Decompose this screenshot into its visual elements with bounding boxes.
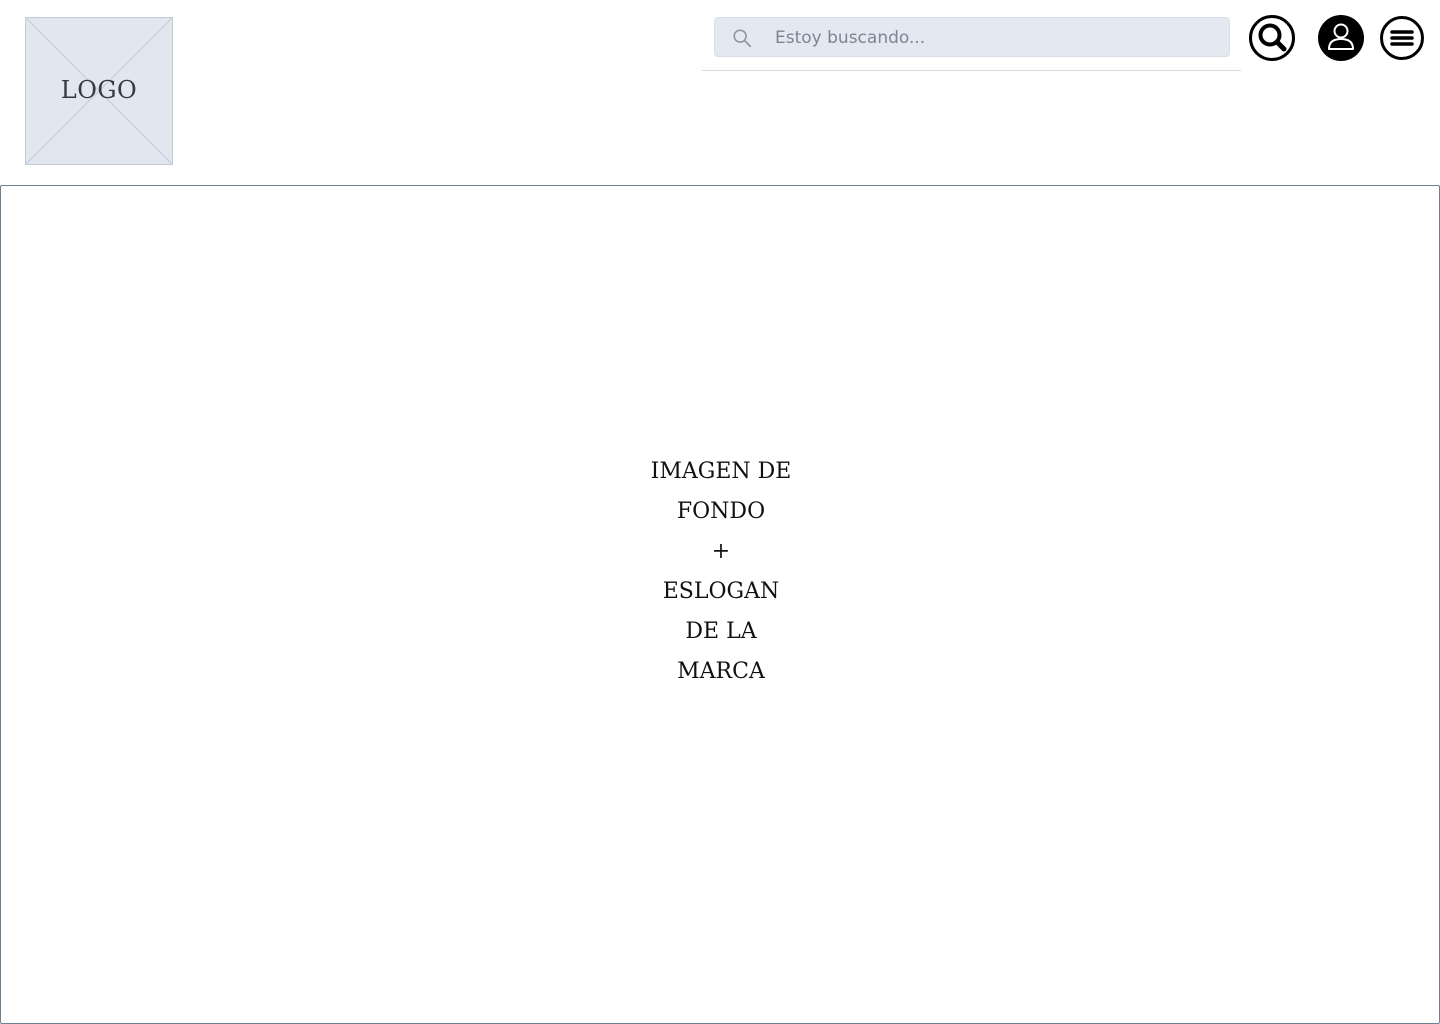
hero-banner: IMAGEN DE FONDO + ESLOGAN DE LA MARCA xyxy=(0,185,1440,1024)
page: LOGO Estoy buscando... IMAGEN DE FONDO +… xyxy=(0,0,1440,1024)
hero-line: DE LA xyxy=(685,619,757,644)
hero-line: FONDO xyxy=(676,499,766,524)
hamburger-menu-icon xyxy=(1380,16,1424,60)
search-bar xyxy=(702,17,1241,71)
search-input[interactable] xyxy=(773,22,1217,54)
hero-slogan: IMAGEN DE FONDO + ESLOGAN DE LA MARCA xyxy=(561,452,881,692)
menu-button[interactable] xyxy=(1379,15,1425,61)
hero-line: + xyxy=(711,539,731,564)
search-icon xyxy=(733,29,752,48)
hero-line: MARCA xyxy=(677,659,765,684)
search-icon xyxy=(1249,15,1295,61)
user-icon xyxy=(1318,15,1364,61)
logo-placeholder[interactable]: LOGO xyxy=(25,17,173,165)
search-box[interactable] xyxy=(714,17,1230,57)
hero-line: IMAGEN DE xyxy=(650,459,792,484)
search-button[interactable] xyxy=(1248,14,1296,62)
hero-line: ESLOGAN xyxy=(662,579,780,604)
logo-text: LOGO xyxy=(60,76,138,104)
user-account-button[interactable] xyxy=(1317,14,1365,62)
